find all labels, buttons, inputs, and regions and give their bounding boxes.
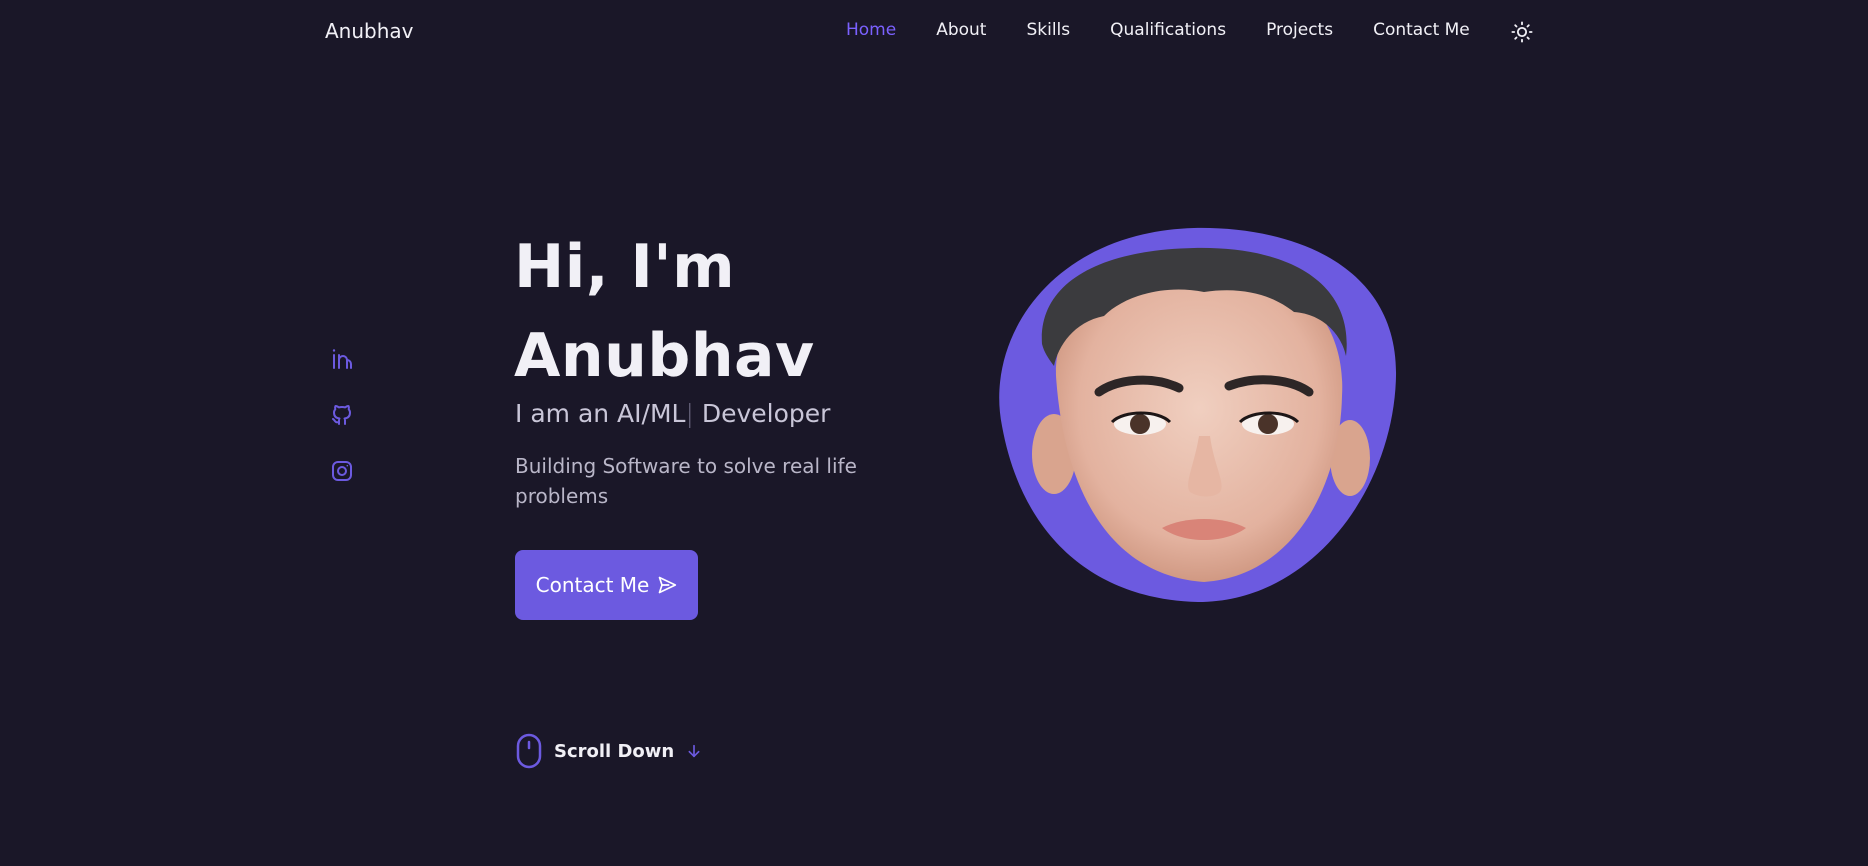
typing-cursor: | [685,399,694,428]
page: Anubhav Home About Skills Qualifications… [0,0,1868,866]
subtitle-suffix: Developer [693,399,831,428]
nav-home[interactable]: Home [846,20,896,40]
hero-title: Hi, I'm Anubhav [514,223,815,401]
scroll-down-link[interactable]: Scroll Down [516,733,702,769]
sun-icon [1511,21,1533,43]
theme-toggle-button[interactable] [1510,20,1534,44]
linkedin-link[interactable] [330,347,354,371]
contact-me-label: Contact Me [535,573,650,597]
social-links [330,347,354,483]
nav-contact[interactable]: Contact Me [1373,20,1470,40]
hero-subtitle: I am an AI/ML| Developer [515,399,830,428]
main-nav: Home About Skills Qualifications Project… [846,20,1470,40]
nav-qualifications[interactable]: Qualifications [1110,20,1226,40]
hero-title-name: Anubhav [514,321,815,391]
github-link[interactable] [330,403,354,427]
linkedin-icon [332,349,352,369]
nav-projects[interactable]: Projects [1266,20,1333,40]
send-icon [659,576,677,594]
contact-me-button[interactable]: Contact Me [515,550,698,620]
scroll-down-label: Scroll Down [554,740,675,762]
profile-avatar [999,227,1397,602]
arrow-down-icon [688,744,700,758]
github-icon [332,405,351,425]
subtitle-typed-text: I am an AI/ML [515,399,686,428]
instagram-icon [332,461,352,481]
nav-about[interactable]: About [936,20,986,40]
site-logo[interactable]: Anubhav [325,19,414,43]
hero-title-line1: Hi, I'm [514,232,736,302]
instagram-link[interactable] [330,459,354,483]
mouse-icon [516,733,542,769]
hero-description: Building Software to solve real life pro… [515,454,857,508]
nav-skills[interactable]: Skills [1026,20,1070,40]
